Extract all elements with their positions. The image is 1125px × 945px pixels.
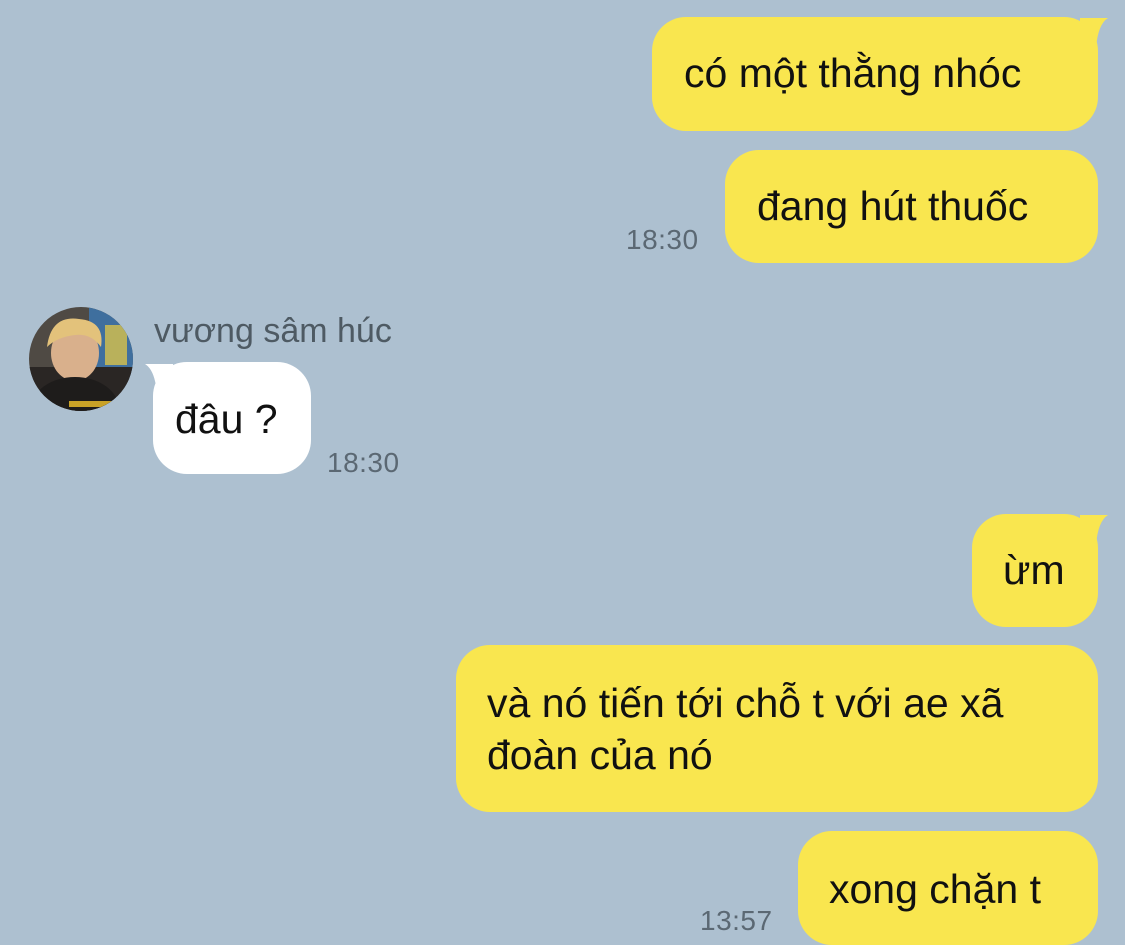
message-text: ừm	[1003, 547, 1065, 593]
message-text: có một thằng nhóc	[684, 50, 1022, 96]
avatar-photo-icon	[29, 307, 133, 411]
message-timestamp: 13:57	[700, 905, 773, 936]
outgoing-message-bubble[interactable]: đang hút thuốc	[725, 150, 1098, 263]
message-text-line: và nó tiến tới chỗ t với ae xã	[487, 680, 1004, 726]
message-timestamp: 18:30	[327, 447, 400, 478]
bubble-tail	[145, 364, 173, 394]
sender-name: vương sâm húc	[154, 312, 392, 350]
contact-avatar[interactable]	[29, 307, 133, 411]
message-text: đâu ?	[175, 396, 278, 442]
outgoing-message-bubble[interactable]: và nó tiến tới chỗ t với ae xã đoàn của …	[456, 645, 1098, 812]
chat-view[interactable]: có một thằng nhóc đang hút thuốc 18:30 v…	[0, 0, 1125, 945]
incoming-message-bubble[interactable]: đâu ?	[153, 362, 311, 474]
outgoing-message-bubble[interactable]: xong chặn t	[798, 831, 1098, 945]
message-text: đang hút thuốc	[757, 183, 1029, 229]
message-timestamp: 18:30	[626, 224, 699, 255]
bubble-tail	[1080, 515, 1108, 545]
message-text: xong chặn t	[829, 866, 1041, 912]
outgoing-message-bubble[interactable]: có một thằng nhóc	[652, 17, 1098, 131]
bubble-tail	[1080, 18, 1108, 48]
message-text-line: đoàn của nó	[487, 732, 713, 778]
